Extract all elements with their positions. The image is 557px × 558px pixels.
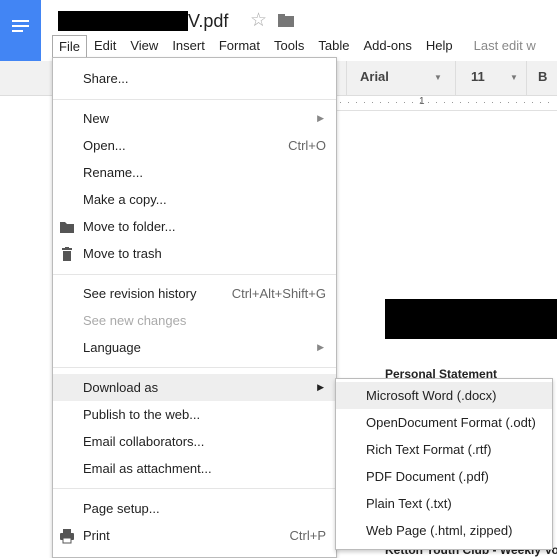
menu-item-label: Open...: [83, 138, 126, 153]
toolbar-divider: [526, 61, 527, 95]
folder-icon: [60, 222, 74, 233]
submenu-item-label: Rich Text Format (.rtf): [366, 442, 492, 457]
menu-edit[interactable]: Edit: [87, 35, 123, 57]
menu-item-rename[interactable]: Rename...: [53, 159, 336, 186]
download-pdf[interactable]: PDF Document (.pdf): [336, 463, 552, 490]
chevron-down-icon[interactable]: ▼: [510, 73, 518, 82]
redacted-heading: [385, 299, 557, 339]
submenu-item-label: PDF Document (.pdf): [366, 469, 489, 484]
menu-item-make-copy[interactable]: Make a copy...: [53, 186, 336, 213]
menu-item-label: Language: [83, 340, 141, 355]
submenu-item-label: Plain Text (.txt): [366, 496, 452, 511]
last-edit-link[interactable]: Last edit w: [460, 35, 543, 57]
menu-item-label: Move to trash: [83, 246, 162, 261]
toolbar-divider: [455, 61, 456, 95]
menu-item-share[interactable]: Share...: [53, 65, 336, 92]
folder-icon[interactable]: [278, 14, 294, 27]
toolbar-divider: [346, 61, 347, 95]
menu-item-label: Print: [83, 528, 110, 543]
document-title[interactable]: V.pdf: [58, 10, 228, 32]
file-menu: Share... New ▶ Open... Ctrl+O Rename... Ma…: [52, 57, 337, 558]
download-submenu: Microsoft Word (.docx) OpenDocument Form…: [335, 378, 553, 550]
menu-item-label: Email as attachment...: [83, 461, 212, 476]
shortcut-label: Ctrl+P: [289, 528, 326, 543]
menu-item-open[interactable]: Open... Ctrl+O: [53, 132, 336, 159]
menu-item-new-changes: See new changes: [53, 307, 336, 334]
ruler-mark: 1: [419, 96, 425, 107]
bold-button[interactable]: B: [538, 69, 547, 84]
menu-divider: [53, 99, 336, 100]
menu-item-label: Share...: [83, 71, 129, 86]
menu-item-move-trash[interactable]: Move to trash: [53, 240, 336, 267]
download-rtf[interactable]: Rich Text Format (.rtf): [336, 436, 552, 463]
menu-divider: [53, 488, 336, 489]
font-select[interactable]: Arial: [360, 69, 389, 84]
download-docx[interactable]: Microsoft Word (.docx): [336, 382, 552, 409]
menu-item-language[interactable]: Language ▶: [53, 334, 336, 361]
chevron-down-icon[interactable]: ▼: [434, 73, 442, 82]
menu-item-label: Page setup...: [83, 501, 160, 516]
menu-item-label: Move to folder...: [83, 219, 176, 234]
menu-item-print[interactable]: Print Ctrl+P: [53, 522, 336, 549]
menu-item-label: New: [83, 111, 110, 126]
menu-format[interactable]: Format: [212, 35, 267, 57]
menu-item-publish[interactable]: Publish to the web...: [53, 401, 336, 428]
trash-icon: [62, 247, 72, 261]
title-suffix: V.pdf: [188, 10, 229, 31]
docs-home-icon[interactable]: [0, 0, 41, 61]
shortcut-label: Ctrl+O: [288, 138, 326, 153]
menu-item-new[interactable]: New ▶: [53, 105, 336, 132]
menu-file[interactable]: File: [52, 35, 87, 57]
menu-table[interactable]: Table: [311, 35, 356, 57]
menu-item-label: Email collaborators...: [83, 434, 205, 449]
menu-item-label: Publish to the web...: [83, 407, 201, 422]
submenu-item-label: OpenDocument Format (.odt): [366, 415, 536, 430]
menu-item-page-setup[interactable]: Page setup...: [53, 495, 336, 522]
menu-item-download-as[interactable]: Download as ▶: [53, 374, 336, 401]
menu-view[interactable]: View: [123, 35, 165, 57]
menu-divider: [53, 367, 336, 368]
ruler-ticks: [340, 102, 555, 103]
menu-addons[interactable]: Add-ons: [356, 35, 418, 57]
menu-divider: [53, 274, 336, 275]
submenu-item-label: Web Page (.html, zipped): [366, 523, 513, 538]
menubar: File Edit View Insert Format Tools Table…: [52, 35, 543, 57]
menu-insert[interactable]: Insert: [165, 35, 212, 57]
menu-item-label: See revision history: [83, 286, 197, 301]
menu-item-email-collaborators[interactable]: Email collaborators...: [53, 428, 336, 455]
printer-icon: [60, 529, 74, 544]
download-html[interactable]: Web Page (.html, zipped): [336, 517, 552, 544]
menu-tools[interactable]: Tools: [267, 35, 311, 57]
download-txt[interactable]: Plain Text (.txt): [336, 490, 552, 517]
ruler[interactable]: 1: [336, 96, 557, 111]
menu-item-label: Download as: [83, 380, 159, 395]
menu-item-label: Make a copy...: [83, 192, 167, 207]
font-size-select[interactable]: 11: [471, 69, 485, 84]
chevron-right-icon: ▶: [317, 382, 324, 392]
menu-help[interactable]: Help: [419, 35, 460, 57]
star-icon[interactable]: ☆: [250, 9, 267, 32]
chevron-right-icon: ▶: [317, 342, 324, 352]
menu-item-move-folder[interactable]: Move to folder...: [53, 213, 336, 240]
shortcut-label: Ctrl+Alt+Shift+G: [231, 286, 326, 301]
menu-item-label: See new changes: [83, 313, 187, 328]
redacted-title: [58, 11, 188, 31]
download-odt[interactable]: OpenDocument Format (.odt): [336, 409, 552, 436]
chevron-right-icon: ▶: [317, 113, 324, 123]
submenu-item-label: Microsoft Word (.docx): [366, 388, 497, 403]
menu-item-email-attachment[interactable]: Email as attachment...: [53, 455, 336, 482]
menu-item-revision-history[interactable]: See revision history Ctrl+Alt+Shift+G: [53, 280, 336, 307]
menu-item-label: Rename...: [83, 165, 143, 180]
